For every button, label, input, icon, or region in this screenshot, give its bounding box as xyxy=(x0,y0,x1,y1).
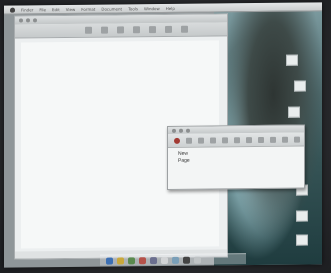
new-page-toolbar xyxy=(168,132,304,148)
toolbar-icon[interactable] xyxy=(210,136,216,144)
toolbar-icon[interactable] xyxy=(133,26,140,34)
menu-item[interactable]: Window xyxy=(144,6,160,11)
toolbar-icon[interactable] xyxy=(85,26,92,34)
toolbar-icon[interactable] xyxy=(294,136,300,143)
document-toolbar xyxy=(15,22,227,39)
menu-item[interactable]: Help xyxy=(166,5,175,10)
minimize-button[interactable] xyxy=(179,128,183,133)
toolbar-icon[interactable] xyxy=(234,136,240,143)
app-icon[interactable] xyxy=(172,256,179,264)
toolbar-icon[interactable] xyxy=(282,136,288,143)
menu-item[interactable]: View xyxy=(66,6,76,11)
toolbar-icon[interactable] xyxy=(149,26,156,34)
app-icon[interactable] xyxy=(139,256,146,264)
app-icon[interactable] xyxy=(161,256,168,264)
toolbar-icon[interactable] xyxy=(181,25,188,33)
desktop-file-icon[interactable] xyxy=(294,80,306,92)
menu-item[interactable]: Edit xyxy=(52,7,60,12)
finder-icon[interactable] xyxy=(106,257,113,265)
menu-item[interactable]: Format xyxy=(81,6,95,11)
close-button[interactable] xyxy=(172,128,176,133)
menu-item[interactable]: File xyxy=(39,7,46,12)
record-icon[interactable] xyxy=(174,137,180,144)
desktop-file-icon[interactable] xyxy=(296,210,308,222)
app-icon[interactable] xyxy=(150,256,157,264)
toolbar-icon[interactable] xyxy=(101,26,108,34)
desktop-file-icon[interactable] xyxy=(288,106,300,118)
page-text-line: Page xyxy=(178,157,190,164)
toolbar-icon[interactable] xyxy=(117,26,124,34)
menu-item[interactable]: Tools xyxy=(128,6,138,11)
toolbar-icon[interactable] xyxy=(258,136,264,143)
minimize-button[interactable] xyxy=(26,18,30,23)
dock xyxy=(100,253,246,266)
new-page-window[interactable]: New Page xyxy=(167,124,305,190)
projected-screen: Finder File Edit View Format Document To… xyxy=(4,2,322,268)
zoom-button[interactable] xyxy=(186,128,190,133)
trash-icon[interactable] xyxy=(194,256,201,264)
toolbar-icon[interactable] xyxy=(270,136,276,143)
toolbar-icon[interactable] xyxy=(186,137,192,144)
new-page-body[interactable]: New Page xyxy=(168,147,304,180)
toolbar-icon[interactable] xyxy=(198,137,204,144)
zoom-button[interactable] xyxy=(33,18,37,23)
toolbar-icon[interactable] xyxy=(222,136,228,143)
toolbar-icon[interactable] xyxy=(246,136,252,143)
apple-menu-icon[interactable] xyxy=(10,7,15,13)
browser-icon[interactable] xyxy=(117,256,124,264)
desktop-file-icon[interactable] xyxy=(296,234,308,246)
close-button[interactable] xyxy=(19,18,23,23)
toolbar-icon[interactable] xyxy=(165,25,172,33)
window-footer xyxy=(168,181,304,189)
mail-icon[interactable] xyxy=(128,256,135,264)
app-icon[interactable] xyxy=(183,256,190,264)
menu-item[interactable]: Finder xyxy=(21,7,33,12)
desktop-file-icon[interactable] xyxy=(286,54,298,66)
menu-item[interactable]: Document xyxy=(101,6,122,11)
